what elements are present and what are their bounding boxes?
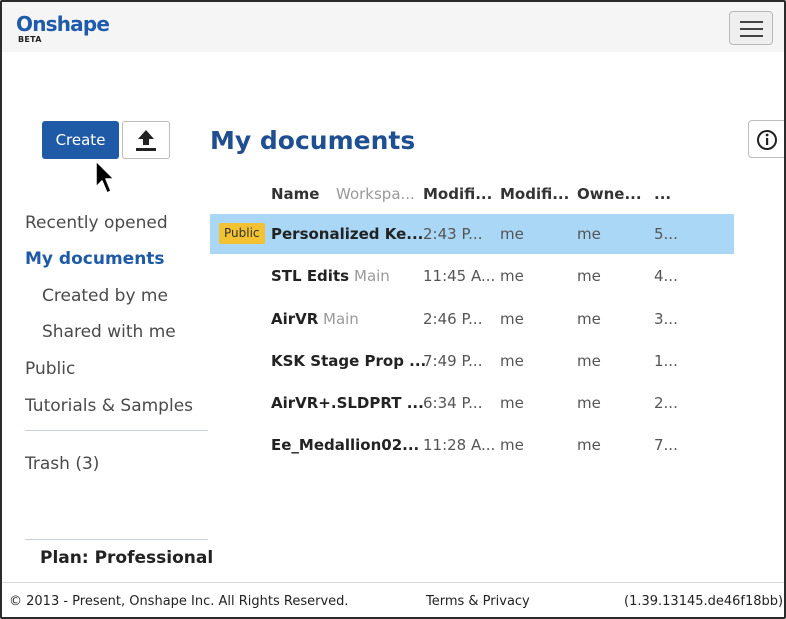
document-row[interactable]: AirVR+.SLDPRT ... 6:34 P... me me 2... (210, 383, 734, 423)
onshape-logo[interactable]: Onshape BETA (16, 12, 110, 44)
document-modified: 2:46 P... (423, 310, 483, 328)
column-header-owner[interactable]: Owne... (577, 185, 642, 203)
info-icon (757, 130, 777, 150)
column-header-modified-by[interactable]: Modifi... (500, 185, 569, 203)
footer-terms-link[interactable]: Terms & Privacy (426, 594, 530, 609)
nav-created-by-me[interactable]: Created by me (42, 286, 168, 306)
document-row[interactable]: Public Personalized Ke... 2:43 P... me m… (210, 214, 734, 254)
document-name: Ee_Medallion02... (271, 436, 420, 454)
app-window: Onshape BETA Create Recently opened My d… (0, 0, 786, 619)
document-modified: 7:49 P... (423, 352, 483, 370)
document-owner: me (577, 352, 601, 370)
upload-icon (136, 130, 156, 151)
nav-tutorials-samples[interactable]: Tutorials & Samples (25, 396, 193, 416)
public-badge: Public (219, 223, 265, 244)
document-size: 4... (654, 267, 678, 285)
column-header-modified[interactable]: Modifi... (423, 185, 492, 203)
document-size: 5... (654, 225, 678, 243)
column-header-name[interactable]: Name (271, 185, 319, 203)
document-row[interactable]: Ee_Medallion02... 11:28 A... me me 7... (210, 425, 734, 465)
plan-label[interactable]: Plan: Professional (40, 548, 213, 568)
footer-version: (1.39.13145.de46f18bb) (624, 594, 784, 609)
upload-button[interactable] (122, 121, 170, 159)
document-owner: me (577, 310, 601, 328)
document-modified-by: me (500, 394, 524, 412)
document-workspace: Main (323, 310, 359, 328)
nav-recently-opened[interactable]: Recently opened (25, 213, 168, 233)
footer: © 2013 - Present, Onshape Inc. All Right… (2, 582, 784, 617)
plan-divider (25, 539, 208, 540)
document-modified-by: me (500, 267, 524, 285)
document-modified-by: me (500, 436, 524, 454)
document-modified: 2:43 P... (423, 225, 483, 243)
logo-name: Onshape (16, 12, 110, 36)
logo-beta-tag: BETA (18, 35, 42, 44)
document-workspace: Main (354, 267, 390, 285)
document-modified: 6:34 P... (423, 394, 483, 412)
mouse-pointer-icon (95, 160, 115, 194)
document-name: KSK Stage Prop ... (271, 352, 427, 370)
document-owner: me (577, 225, 601, 243)
document-name: STL Edits (271, 267, 350, 285)
nav-public[interactable]: Public (25, 359, 75, 379)
document-owner: me (577, 394, 601, 412)
nav-trash-count: (3) (75, 454, 100, 474)
document-size: 3... (654, 310, 678, 328)
create-button[interactable]: Create (42, 121, 119, 159)
hamburger-menu-button[interactable] (729, 11, 773, 45)
document-modified-by: me (500, 352, 524, 370)
document-owner: me (577, 436, 601, 454)
document-size: 7... (654, 436, 678, 454)
document-owner: me (577, 267, 601, 285)
document-row[interactable]: STL Edits Main 11:45 A... me me 4... (210, 256, 734, 296)
top-bar: Onshape BETA (2, 2, 784, 52)
column-header-workspace[interactable]: Workspa... (336, 185, 415, 203)
nav-my-documents[interactable]: My documents (25, 249, 165, 269)
document-modified-by: me (500, 225, 524, 243)
document-name: AirVR+.SLDPRT ... (271, 394, 424, 412)
document-modified-by: me (500, 310, 524, 328)
info-button[interactable] (748, 120, 784, 158)
document-row[interactable]: KSK Stage Prop ... 7:49 P... me me 1... (210, 341, 734, 381)
document-size: 2... (654, 394, 678, 412)
document-name: AirVR (271, 310, 319, 328)
footer-copyright: © 2013 - Present, Onshape Inc. All Right… (9, 594, 349, 609)
document-size: 1... (654, 352, 678, 370)
nav-shared-with-me[interactable]: Shared with me (42, 322, 176, 342)
document-row[interactable]: AirVR Main 2:46 P... me me 3... (210, 299, 734, 339)
document-name: Personalized Ke... (271, 225, 424, 243)
nav-trash-label: Trash (25, 454, 70, 474)
nav-divider (25, 430, 208, 431)
document-modified: 11:28 A... (423, 436, 496, 454)
column-header-more[interactable]: ... (654, 185, 671, 203)
page-title: My documents (210, 126, 416, 155)
nav-trash[interactable]: Trash (3) (25, 454, 99, 474)
document-modified: 11:45 A... (423, 267, 496, 285)
